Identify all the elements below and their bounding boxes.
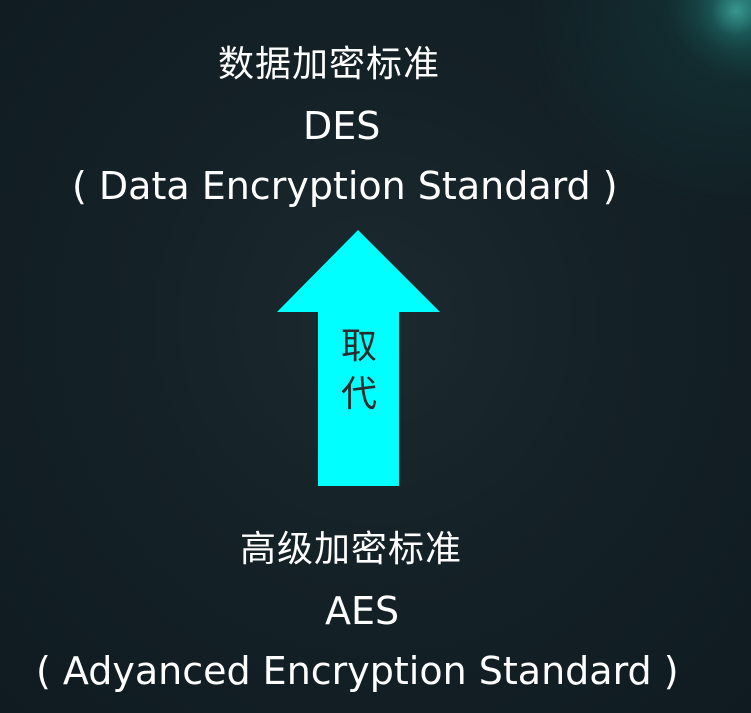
aes-full-name: ( Adyanced Encryption Standard ): [36, 649, 679, 693]
des-full-name: ( Data Encryption Standard ): [72, 164, 618, 208]
arrow-label-line1: 取: [340, 326, 377, 367]
arrow-label-line2: 代: [340, 374, 377, 415]
corner-glow-decoration: [697, 0, 751, 50]
des-chinese-title: 数据加密标准: [218, 44, 441, 85]
aes-chinese-title: 高级加密标准: [240, 529, 463, 570]
aes-abbreviation: AES: [325, 589, 400, 633]
replacement-arrow: 取 代: [277, 230, 440, 486]
des-abbreviation: DES: [303, 104, 381, 148]
